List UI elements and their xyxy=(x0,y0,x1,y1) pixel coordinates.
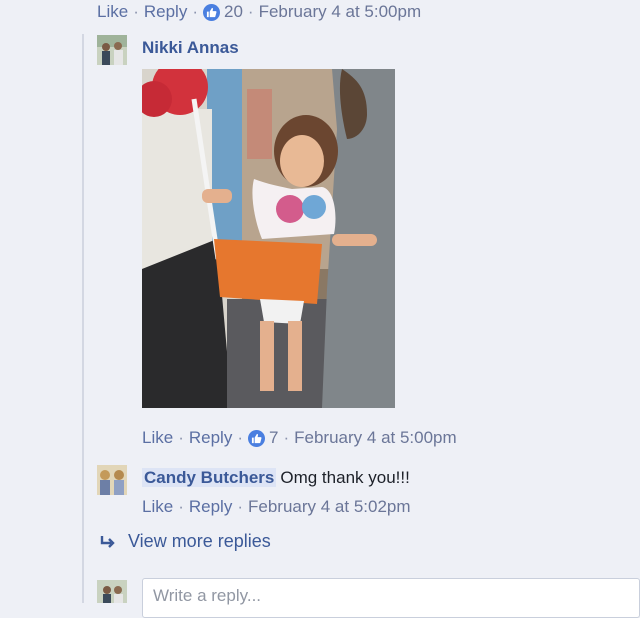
separator-dot: · xyxy=(178,428,184,447)
timestamp[interactable]: February 4 at 5:02pm xyxy=(248,497,411,517)
reply-link[interactable]: Reply xyxy=(189,497,232,517)
thread-line xyxy=(82,34,84,603)
avatar[interactable] xyxy=(97,35,127,65)
avatar[interactable] xyxy=(97,465,127,495)
like-link[interactable]: Like xyxy=(97,2,128,22)
separator-dot: · xyxy=(237,497,243,516)
current-user-avatar xyxy=(97,580,127,603)
view-more-replies-link[interactable]: View more replies xyxy=(98,531,271,552)
reaction-count[interactable]: 7 xyxy=(269,428,278,448)
comment-body: Candy Butchers Omg thank you!!! xyxy=(142,468,410,488)
parent-comment-actions: Like · Reply · 20 · February 4 at 5:00pm xyxy=(97,2,421,22)
separator-dot: · xyxy=(133,2,139,21)
reaction-count[interactable]: 20 xyxy=(224,2,243,22)
separator-dot: · xyxy=(192,2,198,21)
timestamp[interactable]: February 4 at 5:00pm xyxy=(294,428,457,448)
reply-actions: Like · Reply · February 4 at 5:02pm xyxy=(142,497,411,517)
view-more-replies-label[interactable]: View more replies xyxy=(128,531,271,552)
write-reply-input[interactable]: Write a reply... xyxy=(142,578,640,618)
reply-actions: Like · Reply · 7 · February 4 at 5:00pm xyxy=(142,428,457,448)
separator-dot: · xyxy=(178,497,184,516)
reply-link[interactable]: Reply xyxy=(144,2,187,22)
comment-text: Omg thank you!!! xyxy=(280,468,410,487)
comment-photo[interactable] xyxy=(142,69,395,408)
separator-dot: · xyxy=(283,428,290,447)
reply-link[interactable]: Reply xyxy=(189,428,232,448)
reply-arrow-icon xyxy=(100,535,115,548)
timestamp[interactable]: February 4 at 5:00pm xyxy=(259,2,422,22)
comment-author[interactable]: Nikki Annas xyxy=(142,38,239,58)
comment-author[interactable]: Candy Butchers xyxy=(142,468,277,487)
like-reaction-icon[interactable] xyxy=(203,3,220,21)
separator-dot: · xyxy=(237,428,243,447)
like-link[interactable]: Like xyxy=(142,428,173,448)
like-reaction-icon[interactable] xyxy=(248,429,265,447)
like-link[interactable]: Like xyxy=(142,497,173,517)
separator-dot: · xyxy=(247,2,254,21)
